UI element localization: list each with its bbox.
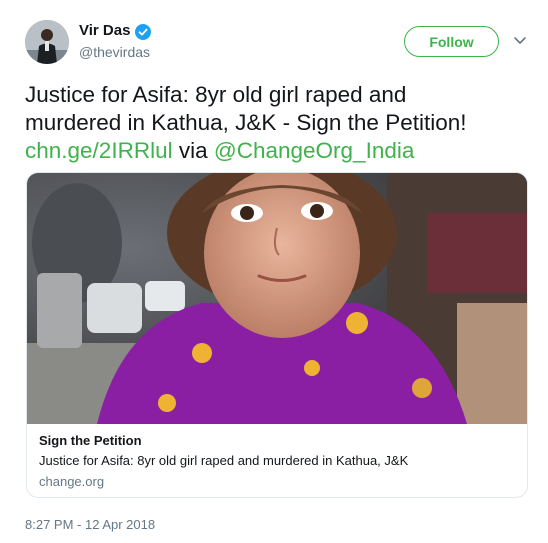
tweet-link-line: chn.ge/2IRRlul via @ChangeOrg_India <box>25 137 530 165</box>
tweet-timestamp[interactable]: 8:27 PM - 12 Apr 2018 <box>25 517 155 532</box>
display-name[interactable]: Vir Das <box>79 22 130 39</box>
follow-button[interactable]: Follow <box>404 26 499 57</box>
tweet-text-line: Justice for Asifa: 8yr old girl raped an… <box>25 82 407 107</box>
card-title: Sign the Petition <box>39 433 142 448</box>
verified-badge-icon <box>135 24 151 40</box>
card-description: Justice for Asifa: 8yr old girl raped an… <box>39 453 409 468</box>
tweet-text-line: murdered in Kathua, J&K - Sign the Petit… <box>25 110 467 135</box>
chevron-down-icon[interactable] <box>513 36 527 46</box>
avatar[interactable] <box>25 20 69 64</box>
tweet-text: Justice for Asifa: 8yr old girl raped an… <box>25 81 530 165</box>
via-text: via <box>178 138 208 163</box>
petition-link[interactable]: chn.ge/2IRRlul <box>25 138 173 163</box>
card-domain: change.org <box>39 474 105 489</box>
card-image[interactable] <box>27 173 527 424</box>
link-preview-card[interactable]: Sign the Petition Justice for Asifa: 8yr… <box>26 172 528 498</box>
user-handle[interactable]: @thevirdas <box>79 44 150 60</box>
mention-link[interactable]: @ChangeOrg_India <box>214 138 414 163</box>
